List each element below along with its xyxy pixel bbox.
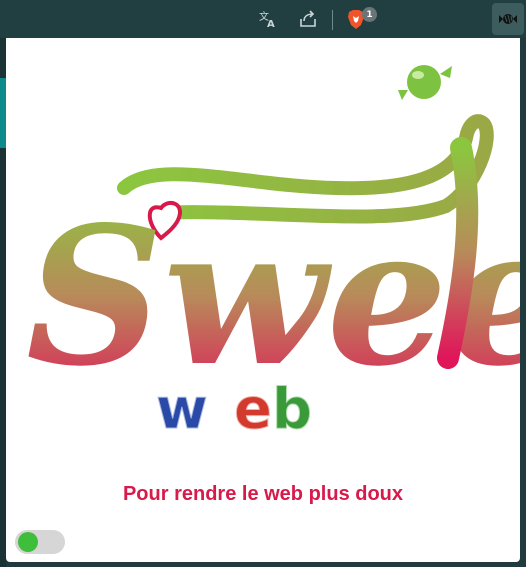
- toggle-knob: [18, 532, 38, 552]
- enable-toggle[interactable]: [15, 530, 65, 554]
- browser-toolbar: 文 A 1: [0, 0, 526, 38]
- sweet-web-logo: Sweet w e b: [26, 65, 520, 443]
- logo-sub-text-e: e: [234, 377, 272, 442]
- translate-icon[interactable]: 文 A: [256, 7, 280, 31]
- logo-sub-text-w: w: [156, 377, 208, 442]
- candy-extension-button[interactable]: [492, 3, 524, 35]
- share-icon[interactable]: [296, 7, 320, 31]
- toolbar-divider: [332, 10, 333, 30]
- candy-extension-icon: [499, 14, 517, 24]
- logo-sub-text-b: b: [272, 377, 312, 442]
- candy-icon: [398, 65, 452, 100]
- tagline: Pour rendre le web plus doux: [122, 483, 404, 505]
- svg-text:A: A: [267, 19, 275, 29]
- extension-popup: Sweet w e b Pour rendre le web plus doux: [6, 38, 520, 562]
- logo-main-text: Sweet: [26, 185, 520, 408]
- shields-count-badge: 1: [362, 7, 377, 22]
